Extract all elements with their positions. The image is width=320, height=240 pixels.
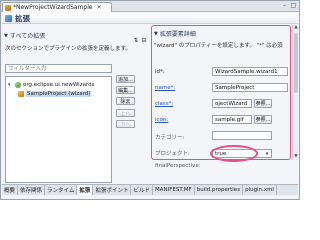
editor-window: *NewProjectWizardSample ✕ – □ 拡張 ▼ すべての拡… (0, 0, 300, 200)
tab-dependencies[interactable]: 依存関係 (18, 185, 46, 195)
name-label[interactable]: name*: (155, 85, 175, 91)
extensions-icon (5, 14, 12, 22)
collapse-icon[interactable]: ▼ (4, 33, 8, 39)
all-extensions-header[interactable]: ▼ すべての拡張 (4, 31, 149, 41)
project-select[interactable]: true ▾ (212, 149, 272, 158)
tab-plugin-xml[interactable]: plugin.xml (243, 185, 277, 195)
move-down-button[interactable]: 下へ (116, 120, 135, 128)
icon-field[interactable] (212, 115, 252, 124)
tab-overview[interactable]: 概要 (2, 185, 19, 195)
scroll-down-icon[interactable]: ▼ (293, 154, 299, 160)
all-extensions-description: 次のセクションでプラグインの拡張を定義します。 (5, 46, 131, 52)
name-field[interactable] (212, 83, 288, 92)
tab-build[interactable]: ビルド (131, 185, 153, 195)
editor-tab-bar: *NewProjectWizardSample ✕ – □ (1, 1, 299, 12)
section-toolbar: ⇅ ⊟ (133, 38, 147, 44)
id-label: id*: (155, 69, 165, 75)
collapse-icon[interactable]: ▼ (154, 31, 158, 37)
filter-input[interactable] (5, 64, 112, 73)
category-field[interactable] (212, 131, 272, 140)
details-description: "wizard" のプロパティーを設定します。 "*" は必須 (154, 43, 283, 49)
tree-item-label: org.eclipse.ui.newWizards (23, 82, 95, 88)
class-browse-button[interactable]: 参照... (254, 99, 272, 108)
scroll-up-icon[interactable]: ▲ (293, 25, 299, 31)
project-label: プロジェクト: (155, 151, 190, 157)
id-field[interactable] (212, 67, 288, 76)
all-extensions-section: ▼ すべての拡張 ⇅ ⊟ 次のセクションでプラグインの拡張を定義します。 ▾ o… (4, 31, 149, 183)
scrollbar-thumb[interactable] (294, 33, 298, 93)
wizard-icon (18, 91, 24, 97)
tree-item-label: SampleProject (wizard) (26, 91, 92, 97)
collapse-all-icon[interactable]: ⊟ (141, 38, 147, 44)
tab-manifest[interactable]: MANIFEST.MF (153, 185, 195, 195)
extension-details-section: ▼ 拡張要素詳細 "wizard" のプロパティーを設定します。 "*" は必須… (151, 25, 291, 169)
close-icon[interactable]: ✕ (97, 4, 102, 11)
minimize-icon[interactable]: – (281, 3, 288, 9)
tab-extension-points[interactable]: 拡張ポイント (93, 185, 132, 195)
extension-point-icon (15, 82, 21, 88)
details-title: 拡張要素詳細 (159, 31, 196, 38)
expand-icon[interactable]: ▾ (8, 82, 13, 88)
tab-runtime[interactable]: ランタイム (45, 185, 78, 195)
extensions-tree[interactable]: ▾ org.eclipse.ui.newWizards SampleProjec… (5, 76, 112, 183)
icon-browse-button[interactable]: 参照... (254, 115, 272, 124)
tab-extensions[interactable]: 拡張 (77, 185, 94, 195)
sort-icon[interactable]: ⇅ (133, 38, 139, 44)
add-button[interactable]: 追加... (116, 75, 135, 83)
icon-label[interactable]: icon: (155, 117, 168, 123)
class-label[interactable]: class*: (155, 101, 173, 107)
maximize-icon[interactable]: □ (290, 3, 297, 9)
vertical-scrollbar[interactable]: ▲ ▼ (292, 25, 298, 160)
editor-tab[interactable]: *NewProjectWizardSample ✕ (2, 2, 112, 12)
plugin-manifest-icon (5, 4, 11, 11)
class-field[interactable] (212, 99, 252, 108)
page-title: 拡張 (15, 13, 30, 23)
editor-page-tabs: 概要 依存関係 ランタイム 拡張 拡張ポイント ビルド MANIFEST.MF … (2, 184, 298, 195)
tab-build-properties[interactable]: build.properties (195, 185, 244, 195)
tree-item-newwizards[interactable]: ▾ org.eclipse.ui.newWizards (8, 81, 94, 89)
project-select-value: true (215, 150, 227, 157)
details-header[interactable]: ▼ 拡張要素詳細 (154, 29, 196, 39)
final-perspective-label: finalPerspective: (155, 163, 201, 169)
page-header: 拡張 (2, 13, 298, 24)
all-extensions-title: すべての拡張 (9, 33, 46, 40)
category-label: カテゴリー: (155, 135, 185, 141)
chevron-down-icon[interactable]: ▾ (264, 151, 270, 157)
edit-button[interactable]: 編集... (116, 86, 135, 94)
move-up-button[interactable]: 上へ (116, 109, 135, 117)
tree-item-sampleproject[interactable]: SampleProject (wizard) (18, 90, 92, 98)
editor-tab-title: *NewProjectWizardSample (13, 4, 93, 11)
remove-button[interactable]: 除去 (116, 97, 135, 105)
